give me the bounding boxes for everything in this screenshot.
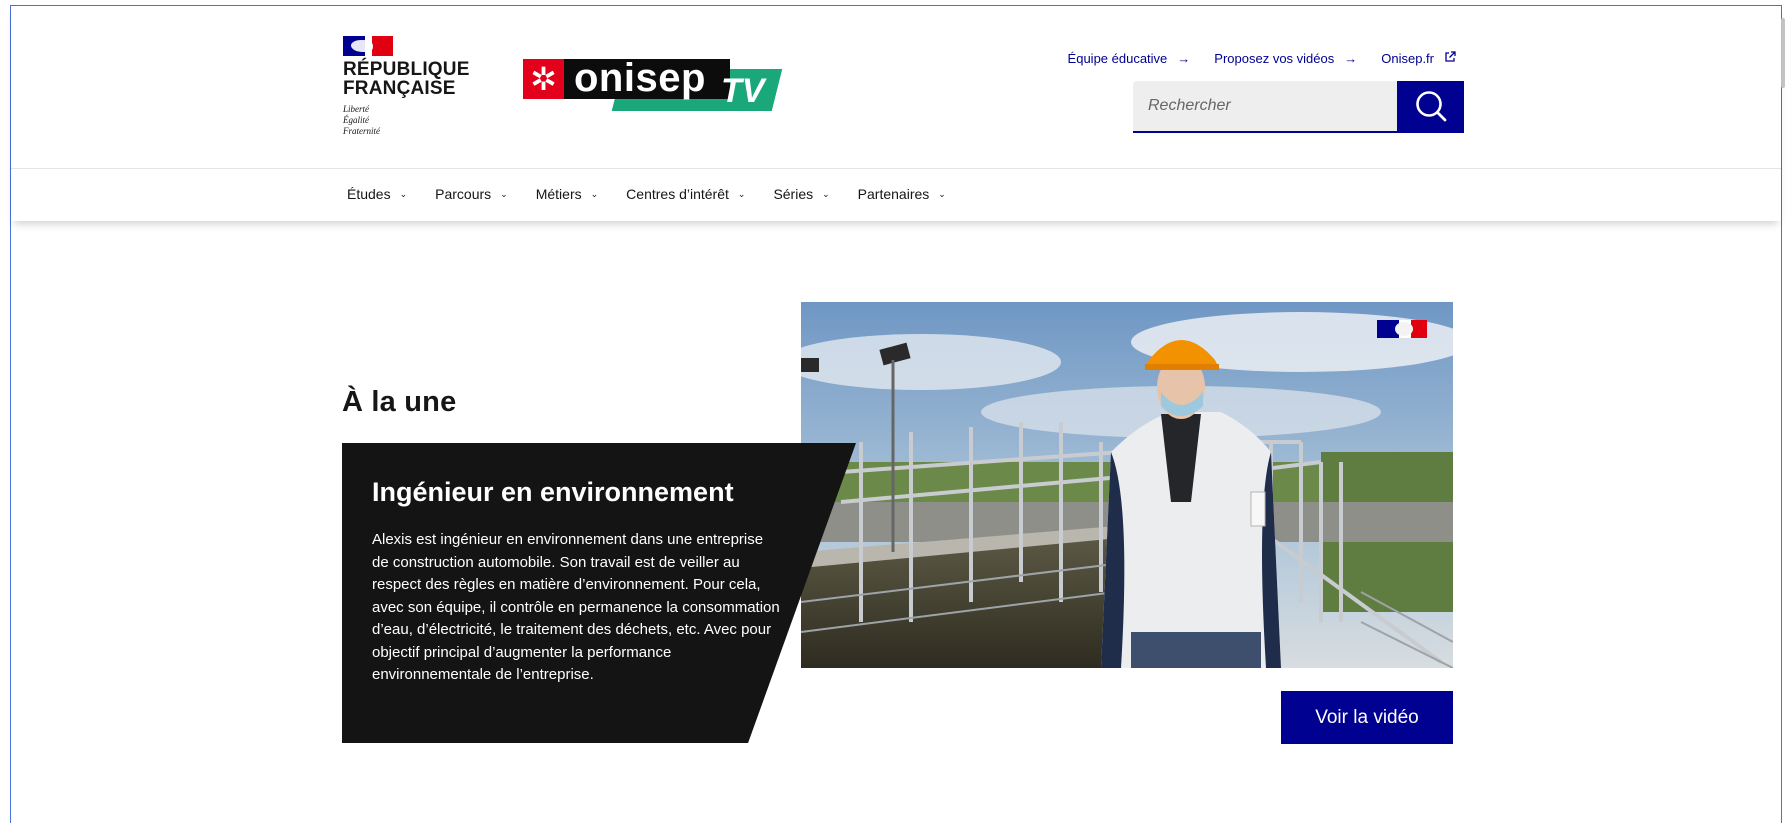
link-onisep-fr[interactable]: Onisep.fr: [1381, 51, 1456, 66]
chevron-down-icon: ⌄: [399, 188, 408, 199]
scrollbar-thumb[interactable]: [1781, 18, 1785, 88]
republic-name: République Française: [343, 59, 470, 99]
republique-francaise-logo[interactable]: République Française Liberté Égalité Fra…: [343, 36, 470, 137]
card-title: Ingénieur en environnement: [372, 477, 734, 507]
nav-item-parcours[interactable]: Parcours ⌄: [435, 186, 508, 202]
link-proposez-vos-videos[interactable]: Proposez vos vidéos →: [1214, 51, 1357, 66]
search-button[interactable]: [1397, 81, 1464, 133]
chevron-down-icon: ⌄: [737, 188, 746, 199]
chevron-down-icon: ⌄: [822, 188, 830, 199]
search-bar: [1133, 81, 1464, 133]
card-description: Alexis est ingénieur en environnement da…: [372, 531, 780, 683]
nav-item-etudes[interactable]: Études ⌄: [347, 186, 407, 202]
site-header: République Française Liberté Égalité Fra…: [11, 6, 1781, 221]
republic-motto: Liberté Égalité Fraternité: [343, 104, 380, 136]
logo-tv-suffix: TV: [721, 72, 765, 110]
external-link-icon: [1444, 51, 1456, 66]
onisep-tv-logo[interactable]: ✲ onisep TV: [523, 58, 783, 117]
search-icon: [1413, 88, 1449, 127]
chevron-down-icon: ⌄: [500, 188, 508, 199]
link-equipe-educative[interactable]: Équipe éducative →: [1068, 51, 1191, 66]
featured-video-thumbnail[interactable]: [801, 302, 1453, 668]
header-divider: [11, 168, 1781, 169]
marianne-flag-icon: [343, 36, 393, 56]
nav-item-series[interactable]: Séries ⌄: [773, 186, 829, 202]
nav-item-partenaires[interactable]: Partenaires ⌄: [858, 186, 946, 202]
chevron-down-icon: ⌄: [938, 188, 946, 199]
chevron-down-icon: ⌄: [590, 188, 599, 199]
nav-item-centres-interet[interactable]: Centres d’intérêt ⌄: [626, 186, 745, 202]
arrow-right-icon: →: [1344, 51, 1358, 66]
logo-wordmark: onisep: [564, 58, 730, 99]
arrow-right-icon: →: [1177, 51, 1191, 66]
watch-video-button[interactable]: Voir la vidéo: [1281, 691, 1453, 744]
header-quick-links: Équipe éducative → Proposez vos vidéos →…: [1068, 51, 1456, 66]
video-scene-image: [801, 302, 1453, 668]
main-navigation: Études ⌄ Parcours ⌄ Métiers ⌄ Centres d’int…: [347, 186, 974, 202]
onisep-star-icon: ✲: [523, 59, 564, 99]
search-input[interactable]: [1133, 81, 1397, 133]
nav-item-metiers[interactable]: Métiers ⌄: [536, 186, 598, 202]
section-title: À la une: [342, 386, 457, 418]
